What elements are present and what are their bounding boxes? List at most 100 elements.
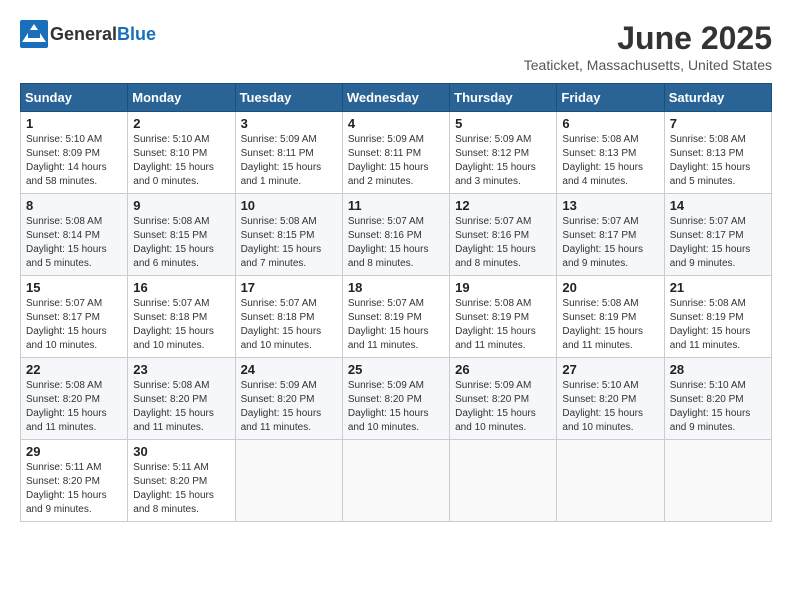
calendar-week-3: 15 Sunrise: 5:07 AM Sunset: 8:17 PM Dayli… bbox=[21, 276, 772, 358]
calendar-cell: 4 Sunrise: 5:09 AM Sunset: 8:11 PM Daylig… bbox=[342, 112, 449, 194]
weekday-header-row: SundayMondayTuesdayWednesdayThursdayFrid… bbox=[21, 84, 772, 112]
calendar-cell: 7Sunrise: 5:08 AM Sunset: 8:13 PM Daylig… bbox=[664, 112, 771, 194]
calendar-cell bbox=[342, 440, 449, 522]
logo: GeneralBlue bbox=[20, 20, 156, 48]
day-number: 10 bbox=[241, 198, 337, 213]
day-number: 14 bbox=[670, 198, 766, 213]
day-number: 20 bbox=[562, 280, 658, 295]
calendar-cell: 25 Sunrise: 5:09 AM Sunset: 8:20 PM Dayli… bbox=[342, 358, 449, 440]
calendar-cell: 17 Sunrise: 5:07 AM Sunset: 8:18 PM Dayli… bbox=[235, 276, 342, 358]
weekday-header-monday: Monday bbox=[128, 84, 235, 112]
day-info: Sunrise: 5:08 AM Sunset: 8:13 PM Dayligh… bbox=[562, 133, 658, 189]
calendar-week-2: 8Sunrise: 5:08 AM Sunset: 8:14 PM Daylig… bbox=[21, 194, 772, 276]
day-number: 3 bbox=[241, 116, 337, 131]
day-info: Sunrise: 5:09 AM Sunset: 8:11 PM Dayligh… bbox=[348, 133, 444, 189]
day-info: Sunrise: 5:08 AM Sunset: 8:15 PM Dayligh… bbox=[133, 215, 229, 271]
calendar-cell: 21 Sunrise: 5:08 AM Sunset: 8:19 PM Dayli… bbox=[664, 276, 771, 358]
calendar-cell bbox=[557, 440, 664, 522]
day-info: Sunrise: 5:09 AM Sunset: 8:20 PM Dayligh… bbox=[241, 379, 337, 435]
day-number: 25 bbox=[348, 362, 444, 377]
calendar-cell: 20Sunrise: 5:08 AM Sunset: 8:19 PM Dayli… bbox=[557, 276, 664, 358]
calendar-cell: 29 Sunrise: 5:11 AM Sunset: 8:20 PM Dayli… bbox=[21, 440, 128, 522]
day-info: Sunrise: 5:11 AM Sunset: 8:20 PM Dayligh… bbox=[26, 461, 122, 517]
day-number: 26 bbox=[455, 362, 551, 377]
calendar-cell: 6 Sunrise: 5:08 AM Sunset: 8:13 PM Daylig… bbox=[557, 112, 664, 194]
calendar-cell: 3 Sunrise: 5:09 AM Sunset: 8:11 PM Daylig… bbox=[235, 112, 342, 194]
calendar-cell: 12 Sunrise: 5:07 AM Sunset: 8:16 PM Dayli… bbox=[450, 194, 557, 276]
day-number: 17 bbox=[241, 280, 337, 295]
day-info: Sunrise: 5:07 AM Sunset: 8:16 PM Dayligh… bbox=[348, 215, 444, 271]
calendar-cell: 11Sunrise: 5:07 AM Sunset: 8:16 PM Dayli… bbox=[342, 194, 449, 276]
day-number: 13 bbox=[562, 198, 658, 213]
calendar-cell: 8Sunrise: 5:08 AM Sunset: 8:14 PM Daylig… bbox=[21, 194, 128, 276]
header: GeneralBlue June 2025 Teaticket, Massach… bbox=[20, 20, 772, 73]
day-info: Sunrise: 5:07 AM Sunset: 8:17 PM Dayligh… bbox=[670, 215, 766, 271]
day-info: Sunrise: 5:08 AM Sunset: 8:20 PM Dayligh… bbox=[26, 379, 122, 435]
day-number: 21 bbox=[670, 280, 766, 295]
day-info: Sunrise: 5:08 AM Sunset: 8:20 PM Dayligh… bbox=[133, 379, 229, 435]
day-number: 9 bbox=[133, 198, 229, 213]
day-info: Sunrise: 5:08 AM Sunset: 8:13 PM Dayligh… bbox=[670, 133, 766, 189]
month-title: June 2025 bbox=[524, 20, 772, 57]
day-number: 30 bbox=[133, 444, 229, 459]
day-number: 23 bbox=[133, 362, 229, 377]
day-number: 15 bbox=[26, 280, 122, 295]
calendar-cell: 28Sunrise: 5:10 AM Sunset: 8:20 PM Dayli… bbox=[664, 358, 771, 440]
calendar-header: SundayMondayTuesdayWednesdayThursdayFrid… bbox=[21, 84, 772, 112]
calendar-cell bbox=[235, 440, 342, 522]
day-number: 29 bbox=[26, 444, 122, 459]
weekday-header-tuesday: Tuesday bbox=[235, 84, 342, 112]
day-number: 22 bbox=[26, 362, 122, 377]
day-info: Sunrise: 5:10 AM Sunset: 8:20 PM Dayligh… bbox=[562, 379, 658, 435]
day-number: 1 bbox=[26, 116, 122, 131]
calendar-cell: 26 Sunrise: 5:09 AM Sunset: 8:20 PM Dayli… bbox=[450, 358, 557, 440]
calendar-cell: 14 Sunrise: 5:07 AM Sunset: 8:17 PM Dayli… bbox=[664, 194, 771, 276]
calendar-cell: 22 Sunrise: 5:08 AM Sunset: 8:20 PM Dayli… bbox=[21, 358, 128, 440]
logo-blue-text: Blue bbox=[117, 24, 156, 44]
day-info: Sunrise: 5:10 AM Sunset: 8:10 PM Dayligh… bbox=[133, 133, 229, 189]
day-number: 4 bbox=[348, 116, 444, 131]
weekday-header-wednesday: Wednesday bbox=[342, 84, 449, 112]
day-info: Sunrise: 5:07 AM Sunset: 8:17 PM Dayligh… bbox=[26, 297, 122, 353]
day-info: Sunrise: 5:08 AM Sunset: 8:19 PM Dayligh… bbox=[670, 297, 766, 353]
title-area: June 2025 Teaticket, Massachusetts, Unit… bbox=[524, 20, 772, 73]
day-info: Sunrise: 5:10 AM Sunset: 8:09 PM Dayligh… bbox=[26, 133, 122, 189]
day-number: 27 bbox=[562, 362, 658, 377]
calendar-cell: 19Sunrise: 5:08 AM Sunset: 8:19 PM Dayli… bbox=[450, 276, 557, 358]
calendar-cell: 9 Sunrise: 5:08 AM Sunset: 8:15 PM Daylig… bbox=[128, 194, 235, 276]
logo-general-text: General bbox=[50, 24, 117, 44]
calendar-week-4: 22 Sunrise: 5:08 AM Sunset: 8:20 PM Dayli… bbox=[21, 358, 772, 440]
day-number: 5 bbox=[455, 116, 551, 131]
calendar: SundayMondayTuesdayWednesdayThursdayFrid… bbox=[20, 83, 772, 522]
day-number: 24 bbox=[241, 362, 337, 377]
calendar-cell: 5Sunrise: 5:09 AM Sunset: 8:12 PM Daylig… bbox=[450, 112, 557, 194]
day-info: Sunrise: 5:11 AM Sunset: 8:20 PM Dayligh… bbox=[133, 461, 229, 517]
day-info: Sunrise: 5:07 AM Sunset: 8:17 PM Dayligh… bbox=[562, 215, 658, 271]
calendar-cell: 18Sunrise: 5:07 AM Sunset: 8:19 PM Dayli… bbox=[342, 276, 449, 358]
day-info: Sunrise: 5:09 AM Sunset: 8:20 PM Dayligh… bbox=[348, 379, 444, 435]
calendar-cell: 13 Sunrise: 5:07 AM Sunset: 8:17 PM Dayli… bbox=[557, 194, 664, 276]
calendar-cell: 10Sunrise: 5:08 AM Sunset: 8:15 PM Dayli… bbox=[235, 194, 342, 276]
logo-icon bbox=[20, 20, 48, 48]
day-number: 2 bbox=[133, 116, 229, 131]
day-number: 16 bbox=[133, 280, 229, 295]
calendar-cell: 1 Sunrise: 5:10 AM Sunset: 8:09 PM Daylig… bbox=[21, 112, 128, 194]
day-number: 12 bbox=[455, 198, 551, 213]
calendar-cell: 23 Sunrise: 5:08 AM Sunset: 8:20 PM Dayli… bbox=[128, 358, 235, 440]
day-number: 6 bbox=[562, 116, 658, 131]
weekday-header-thursday: Thursday bbox=[450, 84, 557, 112]
day-info: Sunrise: 5:07 AM Sunset: 8:18 PM Dayligh… bbox=[241, 297, 337, 353]
day-number: 28 bbox=[670, 362, 766, 377]
day-info: Sunrise: 5:09 AM Sunset: 8:20 PM Dayligh… bbox=[455, 379, 551, 435]
day-info: Sunrise: 5:07 AM Sunset: 8:18 PM Dayligh… bbox=[133, 297, 229, 353]
day-number: 18 bbox=[348, 280, 444, 295]
calendar-cell bbox=[450, 440, 557, 522]
calendar-body: 1 Sunrise: 5:10 AM Sunset: 8:09 PM Daylig… bbox=[21, 112, 772, 522]
weekday-header-friday: Friday bbox=[557, 84, 664, 112]
day-number: 8 bbox=[26, 198, 122, 213]
calendar-cell: 30 Sunrise: 5:11 AM Sunset: 8:20 PM Dayli… bbox=[128, 440, 235, 522]
location-title: Teaticket, Massachusetts, United States bbox=[524, 57, 772, 73]
calendar-week-5: 29 Sunrise: 5:11 AM Sunset: 8:20 PM Dayli… bbox=[21, 440, 772, 522]
day-info: Sunrise: 5:09 AM Sunset: 8:11 PM Dayligh… bbox=[241, 133, 337, 189]
day-info: Sunrise: 5:07 AM Sunset: 8:16 PM Dayligh… bbox=[455, 215, 551, 271]
